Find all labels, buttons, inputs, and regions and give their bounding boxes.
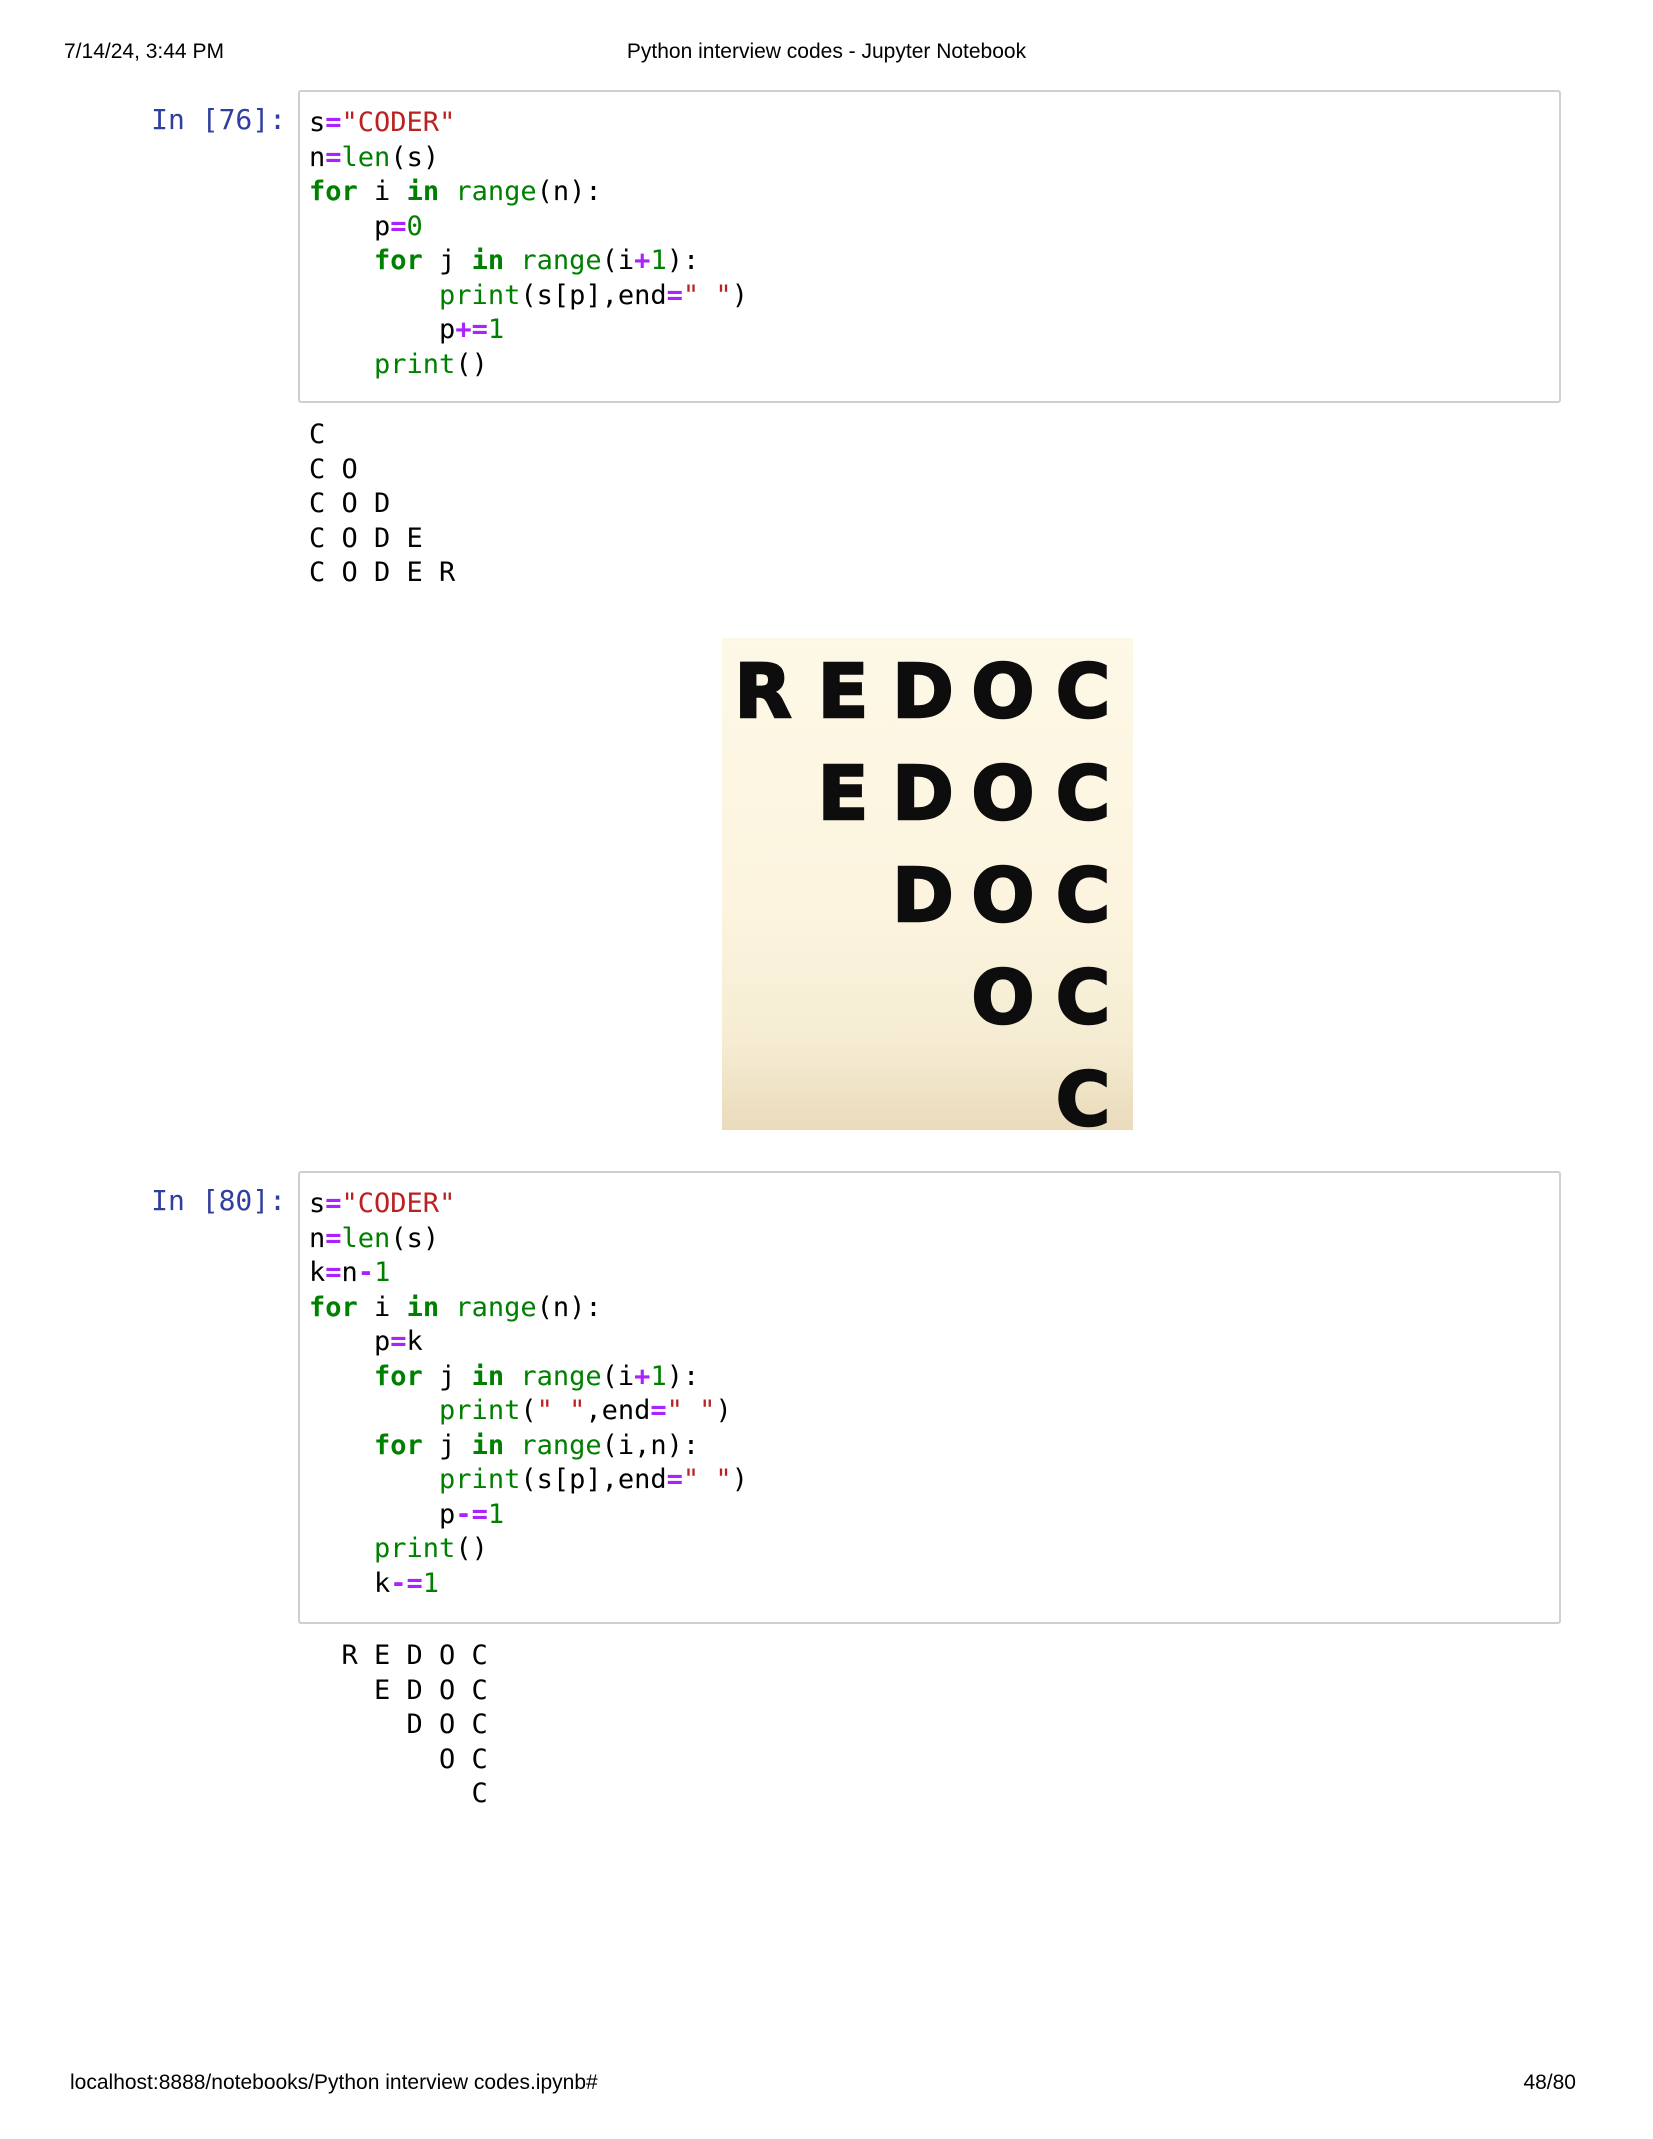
pattern-letter: R xyxy=(733,648,792,737)
pattern-letter: D xyxy=(891,648,955,737)
code-line: n=len(s) xyxy=(309,141,440,173)
code-cell-80[interactable]: s="CODER" n=len(s) k=n-1 for i in range(… xyxy=(298,1171,1561,1624)
code-line: for j in range(i+1): xyxy=(374,1360,700,1392)
pattern-row: REDOC xyxy=(723,646,1123,738)
code-line: print(" ",end=" ") xyxy=(439,1395,732,1426)
pattern-row: C xyxy=(1043,1054,1123,1130)
pattern-letter: D xyxy=(891,750,955,839)
pattern-row: OC xyxy=(963,952,1123,1044)
pattern-letter: O xyxy=(970,648,1035,737)
redoc-pattern-image: REDOCEDOCDOCOCC xyxy=(722,638,1133,1130)
pattern-letter: O xyxy=(970,852,1035,941)
code-line: for j in range(i+1): xyxy=(374,245,700,276)
code-line: n=len(s) xyxy=(309,1222,440,1254)
cell-prompt-76: In [76]: xyxy=(151,103,286,136)
code-line: p+=1 xyxy=(309,314,505,345)
code-editor-76[interactable]: s="CODER" n=len(s) for i in range(n): p=… xyxy=(300,92,1559,396)
cell-output-76: C C O C O D C O D E C O D E R xyxy=(309,419,456,588)
code-line: print() xyxy=(374,1533,488,1564)
footer-url: localhost:8888/notebooks/Python intervie… xyxy=(70,2071,598,2094)
cell-prompt-80: In [80]: xyxy=(151,1184,286,1217)
pattern-letter: C xyxy=(1055,852,1112,941)
code-line: print(s[p],end=" ") xyxy=(439,1464,748,1495)
code-line: s="CODER" xyxy=(309,107,456,138)
code-cell-76[interactable]: s="CODER" n=len(s) for i in range(n): p=… xyxy=(298,90,1561,403)
code-line: k=n-1 xyxy=(309,1257,391,1288)
code-line: k-=1 xyxy=(309,1567,440,1599)
code-editor-80[interactable]: s="CODER" n=len(s) k=n-1 for i in range(… xyxy=(300,1173,1559,1615)
code-line: s="CODER" xyxy=(309,1188,456,1219)
pattern-letter: C xyxy=(1055,750,1112,839)
code-line: print(s[p],end=" ") xyxy=(439,279,748,311)
pattern-letter: O xyxy=(970,954,1035,1043)
pattern-letter: E xyxy=(816,648,869,737)
pattern-letter: C xyxy=(1055,1056,1112,1130)
pattern-letter: O xyxy=(970,750,1035,839)
code-line: for j in range(i,n): xyxy=(374,1429,700,1461)
pattern-letter: D xyxy=(891,852,955,941)
code-line: p-=1 xyxy=(309,1498,505,1530)
pattern-letter: C xyxy=(1055,954,1112,1043)
pattern-row: DOC xyxy=(883,850,1123,942)
pattern-letter: E xyxy=(816,750,869,839)
code-line: for i in range(n): xyxy=(309,176,602,207)
code-line: p=k xyxy=(309,1326,423,1357)
code-line: for i in range(n): xyxy=(309,1291,602,1323)
page-number: 48/80 xyxy=(1523,2071,1576,2094)
code-line: p=0 xyxy=(309,210,423,242)
cell-output-80: R E D O C E D O C D O C O C C xyxy=(341,1640,488,1809)
code-line: print() xyxy=(374,348,488,380)
pattern-row: EDOC xyxy=(803,748,1123,840)
page-title: Python interview codes - Jupyter Noteboo… xyxy=(626,40,1027,63)
pattern-letter: C xyxy=(1055,648,1112,737)
